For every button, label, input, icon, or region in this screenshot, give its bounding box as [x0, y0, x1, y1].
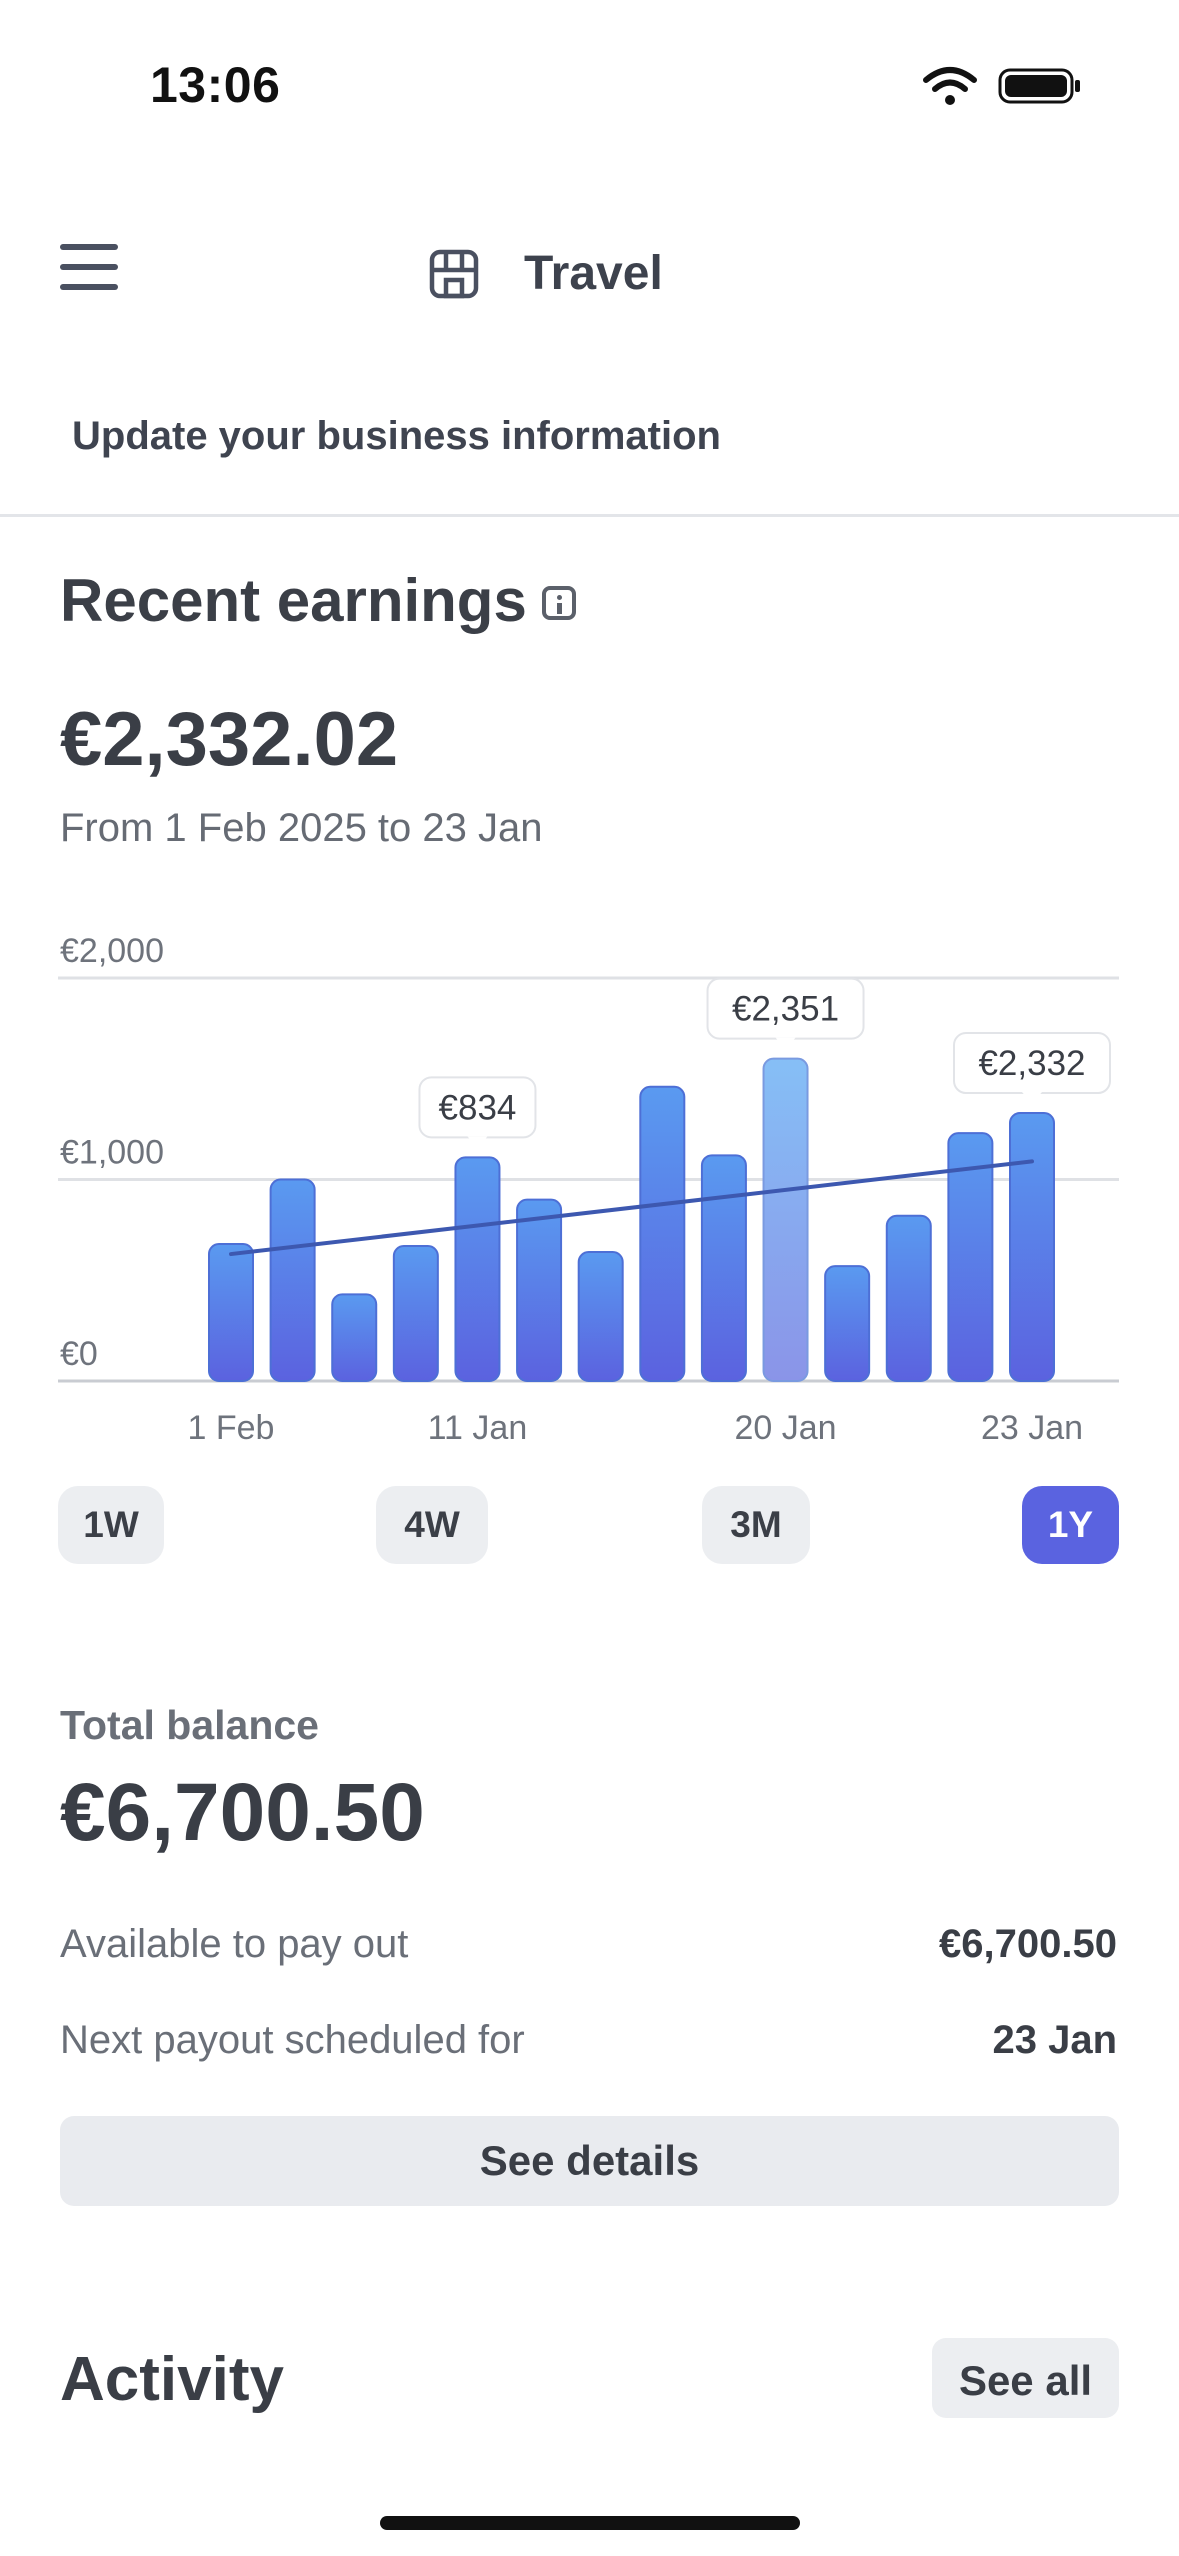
period-3m-button[interactable]: 3M [702, 1486, 810, 1564]
available-payout-value: €6,700.50 [939, 1922, 1117, 1966]
hamburger-menu-icon[interactable] [60, 244, 118, 292]
chart-bar [331, 1293, 378, 1383]
period-1y-button[interactable]: 1Y [1022, 1486, 1119, 1564]
status-time: 13:06 [150, 57, 281, 113]
chart-callout: €834 [418, 1076, 537, 1149]
chart-bar [762, 1057, 809, 1382]
update-business-info-link[interactable]: Update your business information [72, 414, 721, 459]
earnings-chart: €2,000 €1,000 €0 1 Feb 11 Jan 20 Jan 23 Jan €83… [58, 932, 1119, 1447]
callout-label: €834 [439, 1088, 517, 1127]
chart-bar [824, 1265, 871, 1382]
y-tick-label: €1,000 [60, 1134, 164, 1172]
page-title: Travel [524, 247, 663, 300]
next-payout-label: Next payout scheduled for [60, 2018, 525, 2062]
wifi-icon [923, 67, 977, 105]
divider [0, 514, 1179, 517]
chart-bar [516, 1198, 563, 1382]
chart-callout: €2,351 [706, 977, 865, 1050]
chart-bar [700, 1154, 747, 1382]
y-tick-label: €0 [60, 1335, 98, 1373]
chart-bar [1009, 1112, 1055, 1382]
x-tick-label: 23 Jan [981, 1409, 1083, 1447]
chart-bar [392, 1244, 439, 1382]
earnings-date-range: From 1 Feb 2025 to 23 Jan [60, 806, 543, 850]
chart-bar [885, 1214, 932, 1382]
see-details-button[interactable]: See details [60, 2116, 1119, 2206]
x-tick-label: 20 Jan [734, 1409, 836, 1447]
callout-label: €2,351 [732, 990, 839, 1029]
total-balance-amount: €6,700.50 [60, 1767, 425, 1858]
y-tick-label: €2,000 [60, 932, 164, 970]
callout-label: €2,332 [978, 1044, 1085, 1083]
battery-icon [998, 68, 1080, 104]
see-all-button[interactable]: See all [932, 2338, 1119, 2418]
activity-title: Activity [60, 2345, 284, 2414]
recent-earnings-title: Recent earnings [60, 567, 527, 634]
chart-bar [454, 1156, 501, 1382]
chart-bar [639, 1085, 686, 1382]
period-4w-button[interactable]: 4W [376, 1486, 488, 1564]
period-1w-button[interactable]: 1W [58, 1486, 164, 1564]
chart-bar [208, 1242, 254, 1383]
x-tick-label: 1 Feb [188, 1409, 275, 1447]
x-tick-label: 11 Jan [428, 1409, 528, 1447]
available-payout-label: Available to pay out [60, 1922, 409, 1966]
chart-bar [577, 1251, 624, 1383]
storefront-icon [429, 249, 479, 299]
earnings-amount: €2,332.02 [60, 697, 399, 782]
chart-bar [269, 1178, 316, 1382]
info-icon[interactable] [542, 586, 576, 620]
total-balance-label: Total balance [60, 1702, 319, 1748]
chart-callout: €2,332 [953, 1032, 1111, 1105]
next-payout-value: 23 Jan [992, 2018, 1117, 2062]
home-indicator[interactable] [380, 2516, 800, 2530]
status-icons [923, 67, 1080, 105]
